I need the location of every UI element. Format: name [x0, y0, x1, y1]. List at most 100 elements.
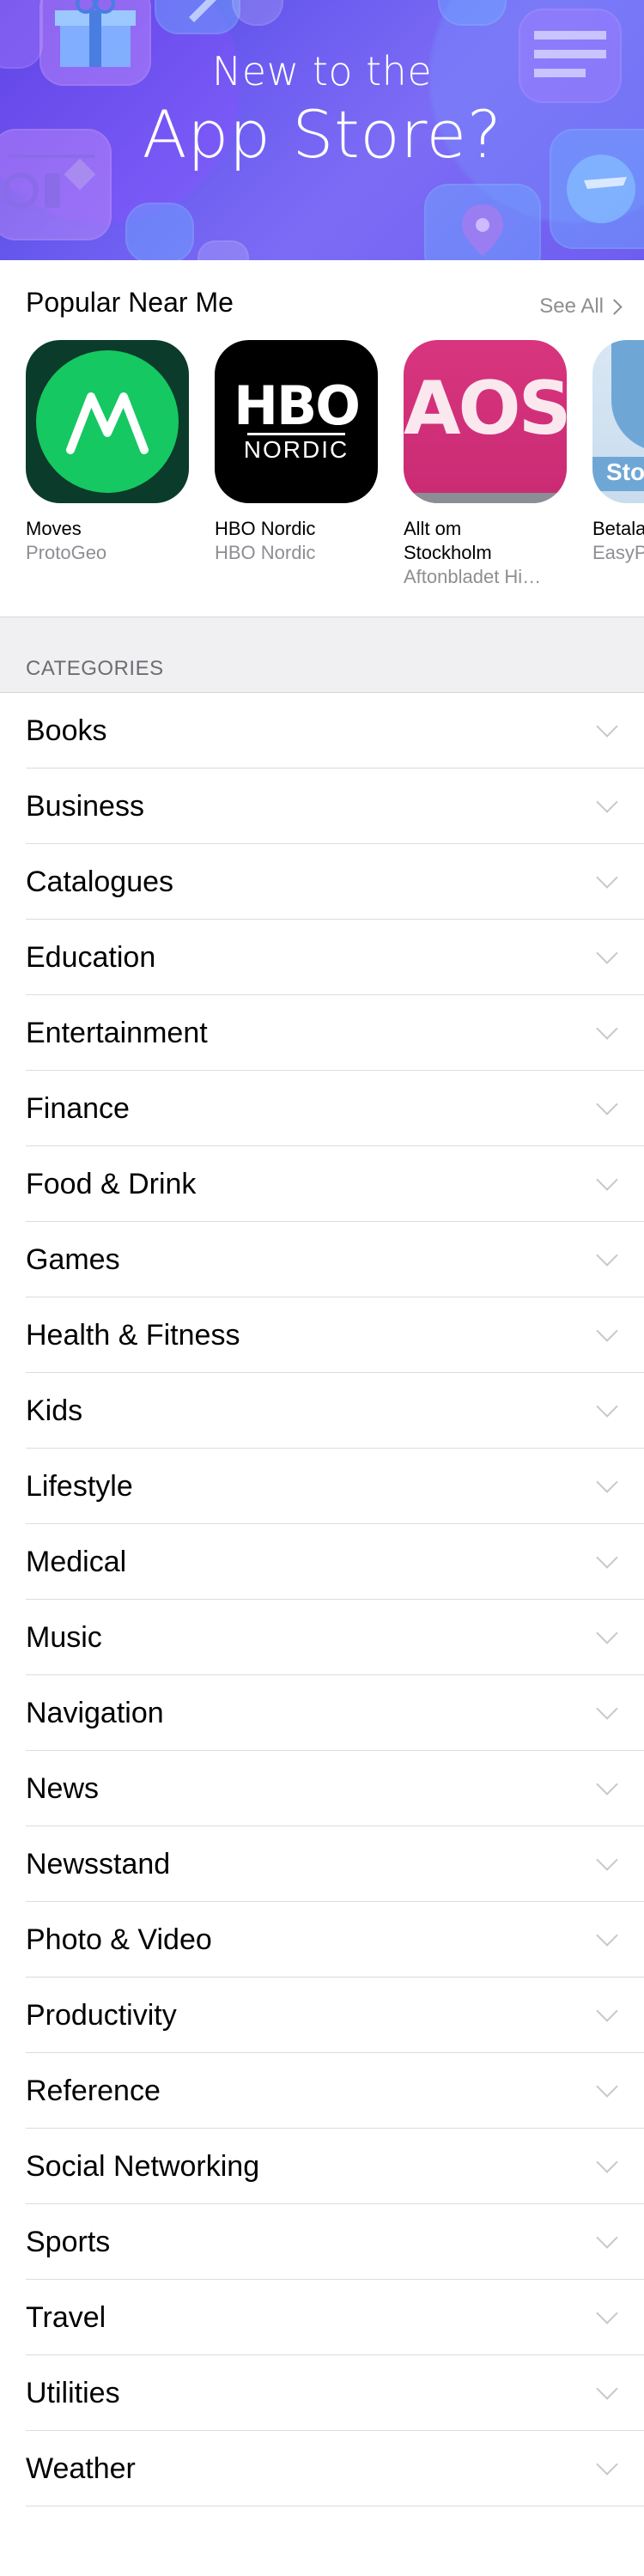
category-row[interactable]: Reference [0, 2053, 644, 2129]
chevron-down-icon [596, 1320, 618, 1342]
category-label: Kids [26, 1394, 83, 1427]
chevron-down-icon [596, 866, 618, 889]
category-row[interactable]: Food & Drink [0, 1146, 644, 1222]
betala-icon: Sto [592, 340, 644, 503]
category-label: Utilities [26, 2376, 120, 2409]
category-row[interactable]: Education [0, 920, 644, 995]
chevron-down-icon [596, 2075, 618, 2098]
chevron-down-icon [596, 2151, 618, 2173]
app-name: Betala [592, 518, 644, 539]
banner-title-line1: New to the [211, 48, 433, 94]
chevron-down-icon [596, 1698, 618, 1720]
category-label: Health & Fitness [26, 1318, 240, 1352]
rocket-icon [155, 0, 240, 34]
category-row[interactable]: Games [0, 1222, 644, 1297]
chevron-down-icon [596, 2227, 618, 2249]
category-label: Business [26, 789, 144, 823]
chevron-down-icon [596, 1924, 618, 1947]
category-label: Books [26, 714, 107, 747]
category-row[interactable]: Photo & Video [0, 1902, 644, 1978]
category-row[interactable]: Kids [0, 1373, 644, 1449]
category-label: Catalogues [26, 865, 174, 898]
moves-icon [26, 340, 189, 503]
category-row[interactable]: Finance [0, 1071, 644, 1146]
app-developer: EasyP [592, 542, 644, 563]
categories-section-header: CATEGORIES [0, 617, 644, 693]
category-label: Weather [26, 2451, 136, 2485]
chevron-down-icon [596, 2000, 618, 2022]
chevron-down-icon [596, 942, 618, 964]
category-row[interactable]: Business [0, 769, 644, 844]
app-card-allt-om-stockholm[interactable]: AOS Allt om Stockholm Aftonbladet Hi… [404, 340, 575, 589]
category-label: Food & Drink [26, 1167, 197, 1200]
chevron-down-icon [596, 1546, 618, 1569]
category-label: Productivity [26, 1998, 177, 2032]
category-label: Games [26, 1242, 120, 1276]
app-name-line2: Stockholm [404, 542, 492, 563]
category-row[interactable]: Catalogues [0, 844, 644, 920]
category-row[interactable]: Navigation [0, 1675, 644, 1751]
category-row[interactable]: Music [0, 1600, 644, 1675]
category-label: Navigation [26, 1696, 164, 1729]
category-row[interactable]: Newsstand [0, 1826, 644, 1902]
aos-icon: AOS [404, 340, 567, 503]
chevron-down-icon [596, 1395, 618, 1418]
categories-title: CATEGORIES [26, 657, 164, 680]
category-label: Education [26, 940, 156, 974]
see-all-label: See All [539, 295, 604, 318]
see-all-link[interactable]: See All [539, 295, 623, 319]
chevron-down-icon [596, 2378, 618, 2400]
promo-banner[interactable]: New to the App Store? [0, 0, 644, 260]
app-card-hbo-nordic[interactable]: HBO NORDIC HBO Nordic HBO Nordic [215, 340, 386, 565]
map-pin-icon [424, 184, 541, 260]
chevron-down-icon [596, 1471, 618, 1493]
app-card-moves[interactable]: Moves ProtoGeo [26, 340, 197, 565]
category-row[interactable]: Medical [0, 1524, 644, 1600]
category-label: Newsstand [26, 1847, 171, 1880]
chevron-down-icon [596, 1849, 618, 1871]
chevron-down-icon [596, 2453, 618, 2476]
category-row[interactable]: Social Networking [0, 2129, 644, 2204]
chevron-down-icon [596, 2302, 618, 2324]
category-row[interactable]: Entertainment [0, 995, 644, 1071]
category-row[interactable]: News [0, 1751, 644, 1826]
popular-apps-carousel[interactable]: Moves ProtoGeo HBO NORDIC HBO Nordic HBO… [0, 340, 644, 598]
banner-app-tile [197, 240, 249, 260]
categories-list: Books Business Catalogues Education Entertai… [0, 692, 644, 2506]
section-title-popular: Popular Near Me [26, 287, 234, 318]
category-label: Entertainment [26, 1016, 208, 1049]
category-row[interactable]: Travel [0, 2280, 644, 2355]
category-label: Sports [26, 2225, 111, 2258]
chevron-down-icon [596, 791, 618, 813]
app-name: HBO Nordic [215, 518, 316, 539]
chevron-down-icon [596, 1244, 618, 1267]
app-developer: Aftonbladet Hi… [404, 566, 542, 587]
category-row[interactable]: Books [0, 693, 644, 769]
category-label: Medical [26, 1545, 127, 1578]
category-label: Travel [26, 2300, 106, 2334]
category-label: Reference [26, 2074, 161, 2107]
app-name: Allt om [404, 518, 462, 539]
hbo-nordic-icon: HBO NORDIC [215, 340, 378, 503]
category-row[interactable]: Weather [0, 2431, 644, 2506]
chevron-down-icon [596, 1169, 618, 1191]
chevron-down-icon [596, 1622, 618, 1644]
chevron-down-icon [596, 1018, 618, 1040]
category-label: Photo & Video [26, 1923, 212, 1956]
app-developer: ProtoGeo [26, 542, 107, 563]
category-label: News [26, 1771, 100, 1805]
banner-app-tile [125, 203, 194, 260]
category-row[interactable]: Sports [0, 2204, 644, 2280]
category-row[interactable]: Productivity [0, 1978, 644, 2053]
category-label: Lifestyle [26, 1469, 133, 1503]
category-row[interactable]: Lifestyle [0, 1449, 644, 1524]
chevron-right-icon [606, 299, 623, 315]
category-row[interactable]: Health & Fitness [0, 1297, 644, 1373]
banner-title-line2: App Store? [142, 96, 502, 173]
app-card-betala[interactable]: Sto Betala EasyP [592, 340, 644, 565]
category-label: Social Networking [26, 2149, 260, 2183]
app-developer: HBO Nordic [215, 542, 316, 563]
category-label: Music [26, 1620, 102, 1654]
chevron-down-icon [596, 1093, 618, 1115]
category-row[interactable]: Utilities [0, 2355, 644, 2431]
